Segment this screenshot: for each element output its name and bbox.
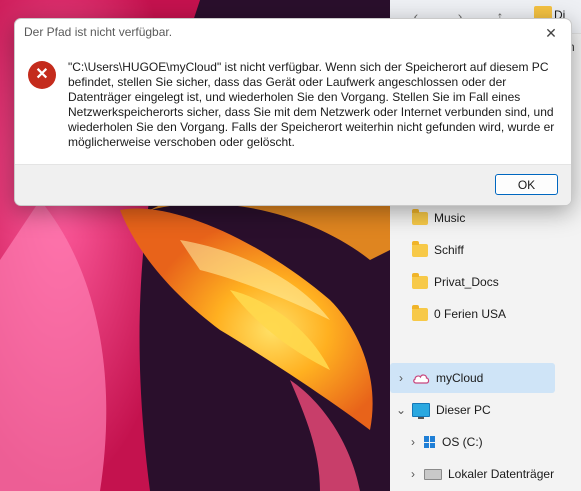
cloud-icon — [412, 372, 430, 384]
folder-icon — [412, 208, 428, 225]
pc-icon — [412, 403, 430, 419]
folder-icon — [412, 272, 428, 289]
ok-button[interactable]: OK — [495, 174, 558, 195]
nav-item-label: myCloud — [436, 371, 484, 385]
nav-item-dieser-pc[interactable]: ⌄ Dieser PC — [390, 395, 555, 425]
nav-item-lokaler-datentraeger[interactable]: › Lokaler Datenträger — [402, 459, 567, 489]
nav-item-label: OS (C:) — [442, 435, 483, 449]
dialog-footer: OK — [15, 164, 571, 205]
nav-item-privat-docs[interactable]: Privat_Docs — [390, 267, 555, 297]
nav-item-ferien-usa[interactable]: 0 Ferien USA — [390, 299, 555, 329]
sidebar-scrollbar[interactable] — [573, 40, 579, 491]
dialog-title: Der Pfad ist nicht verfügbar. — [24, 25, 173, 39]
chevron-right-icon[interactable]: › — [390, 371, 412, 385]
nav-item-label: Dieser PC — [436, 403, 491, 417]
nav-item-mycloud[interactable]: › myCloud — [390, 363, 555, 393]
nav-item-label: Lokaler Datenträger — [448, 467, 555, 481]
nav-item-label: 0 Ferien USA — [434, 307, 507, 321]
error-dialog: Der Pfad ist nicht verfügbar. ✕ ✕ "C:\Us… — [14, 18, 572, 206]
dialog-message: "C:\Users\HUGOE\myCloud" ist nicht verfü… — [68, 60, 555, 149]
chevron-right-icon[interactable]: › — [402, 467, 424, 481]
nav-item-label: Privat_Docs — [434, 275, 499, 289]
folder-icon — [412, 304, 428, 321]
close-icon[interactable]: ✕ — [531, 19, 571, 47]
nav-item-label: Schiff — [434, 243, 464, 257]
nav-item-os-c[interactable]: › OS (C:) — [402, 427, 567, 457]
nav-item-label: Music — [434, 211, 466, 225]
chevron-right-icon[interactable]: › — [402, 435, 424, 449]
nav-item-schiff[interactable]: Schiff — [390, 235, 555, 265]
error-icon: ✕ — [28, 61, 56, 89]
nav-item-music[interactable]: Music — [390, 203, 555, 233]
folder-icon — [412, 240, 428, 257]
chevron-down-icon[interactable]: ⌄ — [390, 403, 412, 417]
os-drive-icon — [424, 436, 436, 448]
drive-icon — [424, 468, 442, 480]
